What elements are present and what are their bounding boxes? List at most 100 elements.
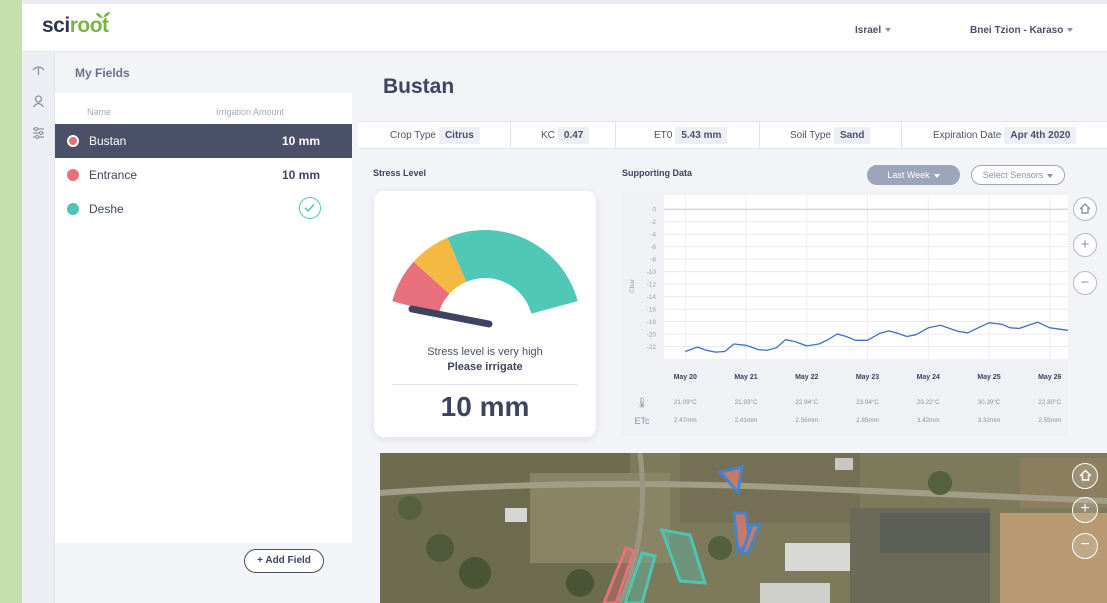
sprout-icon xyxy=(96,12,110,21)
map-imagery xyxy=(380,453,1107,603)
y-tick-label: -14 xyxy=(647,294,657,301)
add-field-button[interactable]: + Add Field xyxy=(244,549,324,573)
etc-value: 2.47mm xyxy=(674,417,697,424)
supporting-data-chart: 0 -2 -4 -6 -8 -10 -12 -14 -16 -18 -20 -22 May 20 21.0… xyxy=(622,191,1069,436)
select-sensors-dropdown[interactable]: Select Sensors xyxy=(971,165,1065,185)
country-dropdown[interactable]: Israel xyxy=(855,25,892,36)
kc-info: KC 0.47 xyxy=(541,122,590,149)
y-tick-label: -2 xyxy=(650,219,656,226)
field-row-deshe[interactable]: Deshe xyxy=(55,192,352,226)
map-zoom-in-button[interactable]: + xyxy=(1072,497,1098,523)
x-tick-label: May 21 xyxy=(734,374,757,381)
x-tick-label: May 23 xyxy=(856,374,879,381)
top-bar: sciroot Israel Bnei Tzion - Karaso xyxy=(22,0,1107,52)
location-dropdown[interactable]: Bnei Tzion - Karaso xyxy=(970,25,1074,36)
stress-message: Stress level is very high xyxy=(427,346,543,358)
y-tick-label: -10 xyxy=(647,269,657,276)
field-amount: 10 mm xyxy=(281,134,320,148)
etc-value: 2.55mm xyxy=(1038,417,1061,424)
chart-home-button[interactable] xyxy=(1073,197,1097,221)
field-row-entrance[interactable]: Entrance 10 mm xyxy=(55,158,352,192)
field-name: Deshe xyxy=(89,202,124,216)
fields-panel: My Fields Name Irrigation Amount Bustan … xyxy=(55,53,352,603)
field-row-bustan[interactable]: Bustan 10 mm xyxy=(55,124,352,158)
y-tick-label: -4 xyxy=(650,232,656,239)
crop-type-info: Crop Type Citrus xyxy=(390,122,480,149)
page-title: Bustan xyxy=(383,75,455,98)
status-dot xyxy=(67,169,79,181)
app-window: sciroot Israel Bnei Tzion - Karaso My Fi… xyxy=(22,0,1107,603)
temperature-value: 29.22°C xyxy=(917,398,940,406)
soil-type-info: Soil Type Sand xyxy=(790,122,871,149)
panel-title: My Fields xyxy=(75,66,130,80)
divider xyxy=(392,384,578,385)
field-info-strip: Crop Type Citrus KC 0.47 ET0 5.43 mm Soil T… xyxy=(358,121,1107,149)
settings-sliders-icon[interactable] xyxy=(31,125,46,140)
chevron-down-icon xyxy=(1047,173,1054,178)
map-zoom-out-button[interactable]: − xyxy=(1072,533,1098,559)
y-tick-label: -6 xyxy=(650,244,656,251)
period-dropdown[interactable]: Last Week xyxy=(867,165,960,185)
temperature-value: 21.09°C xyxy=(674,398,697,406)
chevron-down-icon xyxy=(1067,28,1074,33)
map-home-button[interactable] xyxy=(1072,463,1098,489)
stress-recommendation: Please irrigate xyxy=(447,361,523,373)
etc-label: ETc xyxy=(634,416,650,426)
etc-value: 2.41mm xyxy=(735,417,758,424)
expiration-info: Expiration Date Apr 4th 2020 xyxy=(933,122,1077,149)
sprinkler-icon[interactable] xyxy=(31,63,46,78)
x-tick-label: May 24 xyxy=(917,374,940,381)
temperature-value: 22.94°C xyxy=(795,398,818,406)
y-tick-label: -12 xyxy=(647,282,657,289)
irrigation-amount: 10 mm xyxy=(440,391,530,422)
status-dot xyxy=(67,203,79,215)
country-label: Israel xyxy=(855,25,882,36)
user-icon[interactable] xyxy=(31,94,46,109)
etc-value: 3.42mm xyxy=(917,417,940,424)
line-chart: 0 -2 -4 -6 -8 -10 -12 -14 -16 -18 -20 -22 May 20 21.0… xyxy=(629,195,1069,426)
temperature-value: 23.94°C xyxy=(856,398,879,406)
etc-value: 3.32mm xyxy=(978,417,1001,424)
x-tick-label: May 22 xyxy=(795,374,818,381)
column-name-header: Name xyxy=(87,107,112,117)
stress-gauge xyxy=(392,230,578,328)
y-tick-label: 0 xyxy=(652,207,656,214)
x-tick-label: May 25 xyxy=(977,374,1000,381)
y-tick-label: -20 xyxy=(647,332,657,339)
gauge-needle xyxy=(408,305,493,328)
supporting-data-label: Supporting Data xyxy=(622,168,692,178)
check-circle-icon xyxy=(299,197,321,219)
satellite-map[interactable]: + − xyxy=(380,453,1107,603)
status-dot xyxy=(67,135,79,147)
location-label: Bnei Tzion - Karaso xyxy=(970,25,1064,36)
y-tick-label: -8 xyxy=(650,257,656,264)
temperature-value: 22.80°C xyxy=(1038,398,1061,406)
chevron-down-icon xyxy=(933,173,940,178)
column-amount-header: Irrigation Amount xyxy=(216,107,285,117)
etc-value: 2.85mm xyxy=(856,417,879,424)
et0-info: ET0 5.43 mm xyxy=(654,122,728,149)
thermometer-icon: 🌡 xyxy=(636,397,649,409)
gauge-segment-teal xyxy=(447,230,578,314)
chevron-down-icon xyxy=(885,28,892,33)
field-list: Name Irrigation Amount Bustan 10 mm Entr… xyxy=(55,93,352,543)
y-axis-label: Cbar xyxy=(629,278,636,293)
field-amount: 10 mm xyxy=(281,168,320,182)
x-tick-label: May 26 xyxy=(1038,374,1061,381)
etc-value: 2.56mm xyxy=(795,417,818,424)
stress-level-label: Stress Level xyxy=(373,168,427,178)
logo-text-sci: sci xyxy=(42,14,70,37)
chart-zoom-out-button[interactable]: − xyxy=(1073,271,1097,295)
temperature-value: 21.93°C xyxy=(735,398,758,406)
chart-zoom-in-button[interactable]: + xyxy=(1073,233,1097,257)
y-tick-label: -22 xyxy=(647,344,657,351)
field-name: Entrance xyxy=(89,168,138,182)
y-tick-label: -18 xyxy=(647,319,657,326)
stress-gauge-card: Stress level is very high Please irrigat… xyxy=(374,191,596,437)
icon-rail xyxy=(22,53,55,603)
x-tick-label: May 20 xyxy=(674,374,697,381)
main-content: Bustan Crop Type Citrus KC 0.47 ET0 5.43 mm… xyxy=(358,53,1107,603)
temperature-value: 30.39°C xyxy=(978,398,1001,406)
y-tick-label: -16 xyxy=(647,307,657,314)
field-name: Bustan xyxy=(89,134,127,148)
